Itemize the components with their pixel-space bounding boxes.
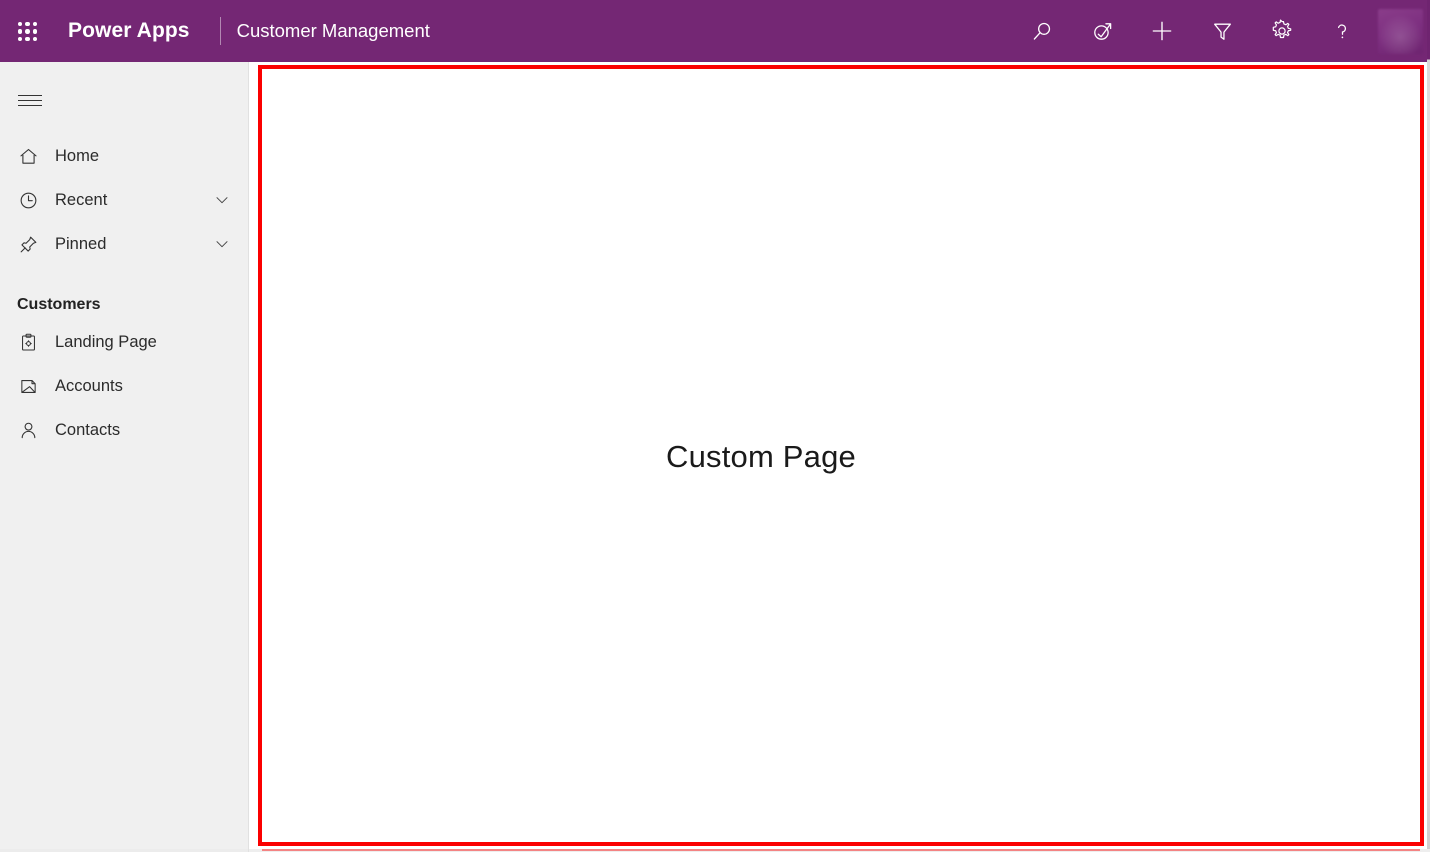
quick-launch-icon[interactable] <box>1082 8 1122 54</box>
custom-page-highlight-frame: Custom Page <box>258 65 1424 846</box>
home-icon <box>17 145 39 167</box>
accounts-icon <box>17 375 39 397</box>
chevron-down-icon[interactable] <box>214 236 230 252</box>
sidebar-item-label: Recent <box>55 191 107 210</box>
help-icon[interactable] <box>1322 8 1362 54</box>
chevron-down-icon[interactable] <box>214 192 230 208</box>
sidebar-item-label: Accounts <box>55 377 123 396</box>
pin-icon <box>17 233 39 255</box>
brand-title[interactable]: Power Apps <box>54 19 190 43</box>
sidebar-item-label: Landing Page <box>55 333 157 352</box>
clipboard-gear-icon <box>17 331 39 353</box>
sitemap-sidebar: Home Recent <box>0 62 249 852</box>
sidebar-group-title: Customers <box>17 296 248 314</box>
sidebar-item-landing-page[interactable]: Landing Page <box>0 320 248 364</box>
power-apps-window: Power Apps Customer Management <box>0 0 1430 852</box>
waffle-grid <box>18 22 37 41</box>
sidebar-item-label: Pinned <box>55 235 106 254</box>
sidebar-item-pinned[interactable]: Pinned <box>0 222 248 266</box>
plus-icon[interactable] <box>1142 8 1182 54</box>
clock-icon <box>17 189 39 211</box>
sidebar-item-label: Contacts <box>55 421 120 440</box>
app-name[interactable]: Customer Management <box>237 20 430 42</box>
top-actions <box>1012 0 1430 62</box>
sitemap-toggle-icon[interactable] <box>6 76 54 124</box>
sidebar-item-home[interactable]: Home <box>0 134 248 178</box>
sidebar-item-recent[interactable]: Recent <box>0 178 248 222</box>
brand-divider <box>220 17 221 45</box>
search-icon[interactable] <box>1022 8 1062 54</box>
filter-icon[interactable] <box>1202 8 1242 54</box>
sidebar-item-accounts[interactable]: Accounts <box>0 364 248 408</box>
sidebar-primary-nav: Home Recent <box>0 134 248 266</box>
gear-icon[interactable] <box>1262 8 1302 54</box>
page-title: Custom Page <box>262 439 1420 475</box>
top-command-bar: Power Apps Customer Management <box>0 0 1430 62</box>
sidebar-item-contacts[interactable]: Contacts <box>0 408 248 452</box>
main-content-area: Custom Page <box>250 62 1430 852</box>
avatar[interactable] <box>1378 9 1423 54</box>
app-launcher-waffle-icon[interactable] <box>0 0 54 62</box>
person-icon <box>17 419 39 441</box>
bottom-strip-frame-segment <box>262 849 1420 851</box>
custom-page-canvas[interactable]: Custom Page <box>262 69 1420 842</box>
sidebar-group-nav: Landing Page Accounts <box>0 320 248 452</box>
sidebar-item-label: Home <box>55 147 99 166</box>
